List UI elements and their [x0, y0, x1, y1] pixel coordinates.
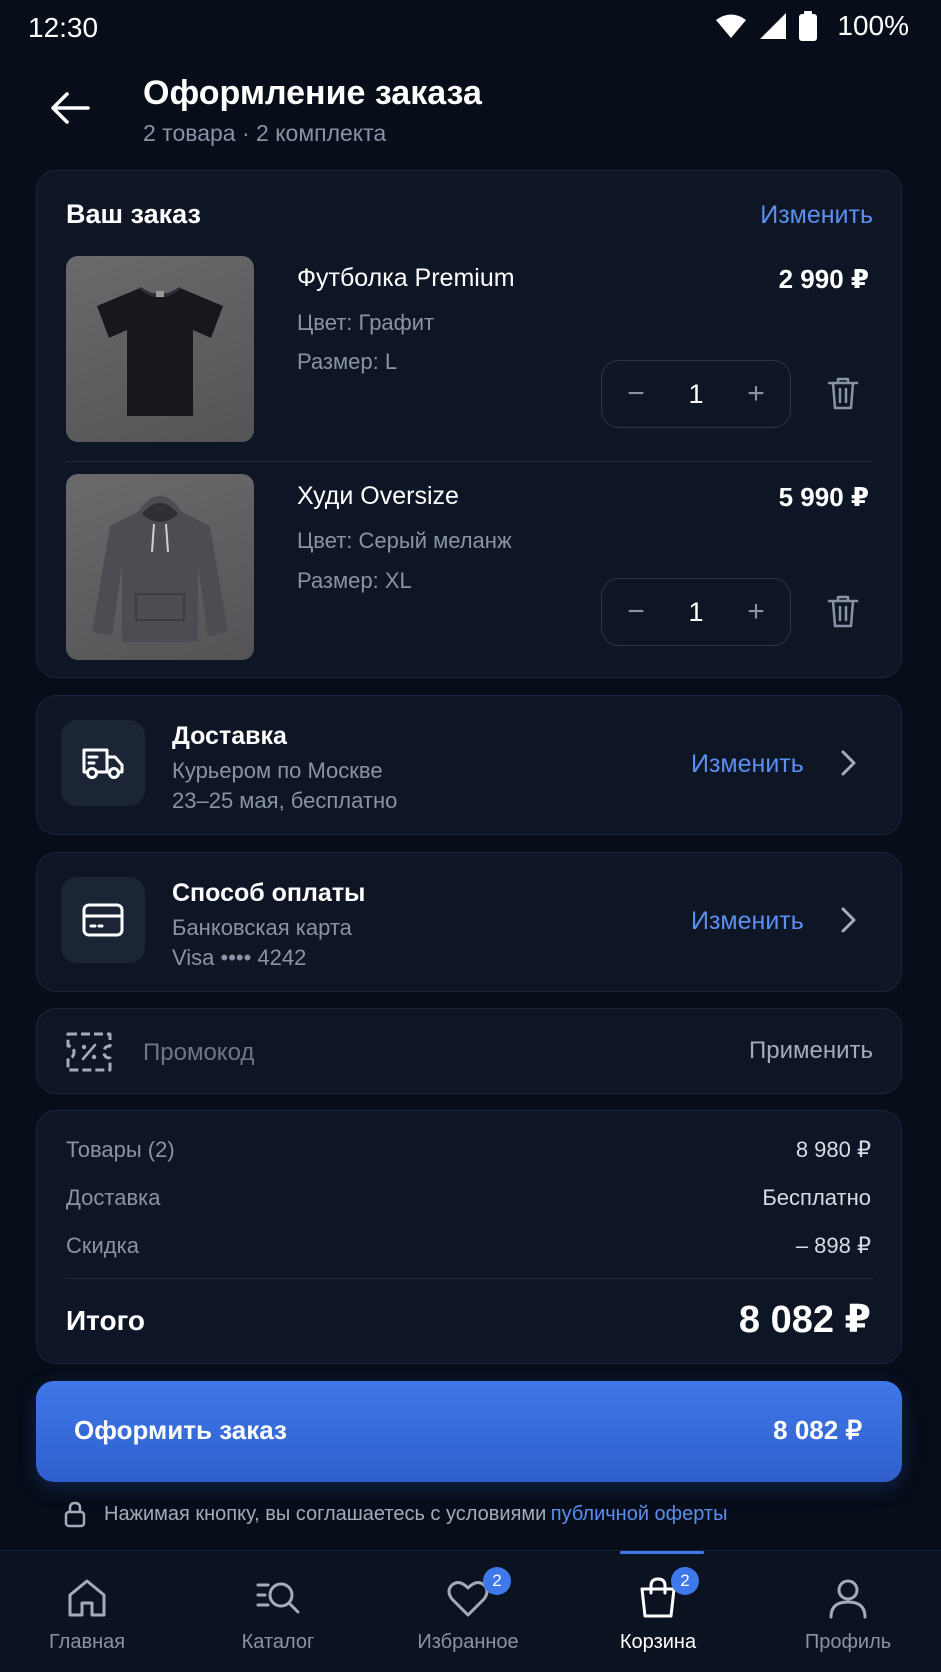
order-card: Ваш заказ Изменить Футболка Premium Цвет… — [36, 170, 902, 678]
nav-home[interactable]: Главная — [7, 1567, 167, 1667]
place-order-label: Оформить заказ — [74, 1415, 287, 1445]
delete-button[interactable] — [823, 373, 863, 413]
item-color: Цвет: Серый меланж — [297, 528, 512, 553]
nav-label: Избранное — [417, 1631, 519, 1653]
payment-title: Способ оплаты — [172, 879, 366, 907]
item-price: 5 990 ₽ — [778, 482, 869, 512]
battery-percent: 100% — [837, 10, 909, 41]
nav-cart[interactable]: 2 Корзина — [578, 1567, 738, 1667]
truck-icon — [82, 748, 124, 779]
cart-badge: 2 — [671, 1567, 699, 1595]
item-name: Футболка Premium — [297, 264, 515, 292]
quantity-stepper: − 1 + — [601, 578, 791, 646]
item-name: Худи Oversize — [297, 482, 459, 510]
delivery-method: Курьером по Москве — [172, 758, 383, 783]
delivery-title: Доставка — [172, 722, 287, 750]
order-edit-link[interactable]: Изменить — [760, 201, 873, 230]
payment-card[interactable]: Способ оплаты Банковская карта Visa ••••… — [36, 852, 902, 992]
terms-text: Нажимая кнопку, вы соглашаетесь с услови… — [104, 1502, 547, 1525]
item-color: Цвет: Графит — [297, 310, 435, 335]
summary-delivery-label: Доставка — [66, 1185, 161, 1210]
trash-icon — [827, 595, 859, 628]
nav-favorites[interactable]: 2 Избранное — [388, 1567, 548, 1667]
status-time: 12:30 — [28, 12, 99, 43]
order-summary: Товары (2) 8 980 ₽ Доставка Бесплатно Ск… — [36, 1110, 902, 1364]
summary-discount-value: – 898 ₽ — [795, 1233, 871, 1258]
delivery-card[interactable]: Доставка Курьером по Москве 23–25 мая, б… — [36, 695, 902, 835]
quantity-stepper: − 1 + — [601, 360, 791, 428]
promo-input[interactable] — [143, 1033, 593, 1073]
terms-notice: Нажимая кнопку, вы соглашаетесь с услови… — [64, 1500, 727, 1528]
nav-catalog[interactable]: Каталог — [198, 1567, 358, 1667]
item-divider — [66, 461, 873, 462]
quantity-value: 1 — [688, 378, 704, 409]
summary-goods-value: 8 980 ₽ — [795, 1137, 871, 1162]
promo-card: Применить — [36, 1008, 902, 1094]
decrease-button[interactable]: − — [622, 377, 650, 411]
hoodie-image[interactable] — [66, 474, 254, 660]
summary-total-label: Итого — [66, 1305, 145, 1336]
trash-icon — [827, 377, 859, 410]
coupon-icon — [66, 1032, 112, 1072]
nav-label: Главная — [48, 1631, 126, 1653]
nav-profile[interactable]: Профиль — [768, 1567, 928, 1667]
card-icon-box — [61, 877, 145, 963]
item-price: 2 990 ₽ — [778, 264, 869, 294]
delivery-date: 23–25 мая, бесплатно — [172, 788, 398, 813]
payment-card-number: Visa •••• 4242 — [172, 945, 307, 970]
page-title: Оформление заказа — [143, 74, 482, 112]
chevron-right-icon[interactable] — [837, 905, 861, 935]
truck-icon-box — [61, 720, 145, 806]
bottom-nav: Главная Каталог 2 Избранное 2 Корзина Пр… — [0, 1550, 941, 1672]
order-title: Ваш заказ — [66, 199, 201, 229]
summary-total-value: 8 082 ₽ — [738, 1299, 871, 1341]
tshirt-icon — [97, 286, 223, 416]
payment-method: Банковская карта — [172, 915, 352, 940]
status-icons: 100% — [715, 10, 909, 42]
summary-goods-label: Товары (2) — [66, 1137, 175, 1162]
lock-icon — [64, 1501, 86, 1528]
summary-divider — [66, 1278, 873, 1279]
nav-label: Каталог — [241, 1631, 315, 1653]
delivery-edit-link[interactable]: Изменить — [691, 750, 804, 779]
public-offer-link[interactable]: публичной оферты — [551, 1503, 728, 1525]
decrease-button[interactable]: − — [622, 595, 650, 629]
delete-button[interactable] — [823, 591, 863, 631]
tshirt-image[interactable] — [66, 256, 254, 442]
promo-apply-button[interactable]: Применить — [749, 1037, 873, 1065]
item-size: Размер: L — [297, 349, 398, 374]
active-tab-indicator — [620, 1551, 704, 1554]
battery-icon — [799, 11, 818, 41]
credit-card-icon — [82, 903, 124, 937]
chevron-right-icon[interactable] — [837, 748, 861, 778]
home-icon — [68, 1579, 106, 1617]
place-order-price: 8 082 ₽ — [773, 1415, 862, 1445]
place-order-button[interactable]: Оформить заказ 8 082 ₽ — [36, 1381, 902, 1482]
quantity-value: 1 — [688, 596, 704, 627]
item-size: Размер: XL — [297, 568, 412, 593]
signal-icon — [760, 13, 787, 39]
page-subtitle: 2 товара · 2 комплекта — [143, 120, 387, 146]
user-icon — [829, 1579, 867, 1619]
summary-delivery-value: Бесплатно — [762, 1185, 871, 1210]
increase-button[interactable]: + — [742, 595, 770, 629]
back-button[interactable] — [44, 82, 96, 134]
arrow-left-icon — [51, 92, 90, 124]
catalog-search-icon — [256, 1582, 300, 1614]
nav-label: Профиль — [804, 1631, 892, 1653]
payment-edit-link[interactable]: Изменить — [691, 907, 804, 936]
favorites-badge: 2 — [483, 1567, 511, 1595]
summary-discount-label: Скидка — [66, 1233, 139, 1258]
nav-label: Корзина — [619, 1631, 697, 1653]
increase-button[interactable]: + — [742, 377, 770, 411]
wifi-icon — [716, 14, 747, 38]
hoodie-icon — [92, 496, 228, 642]
